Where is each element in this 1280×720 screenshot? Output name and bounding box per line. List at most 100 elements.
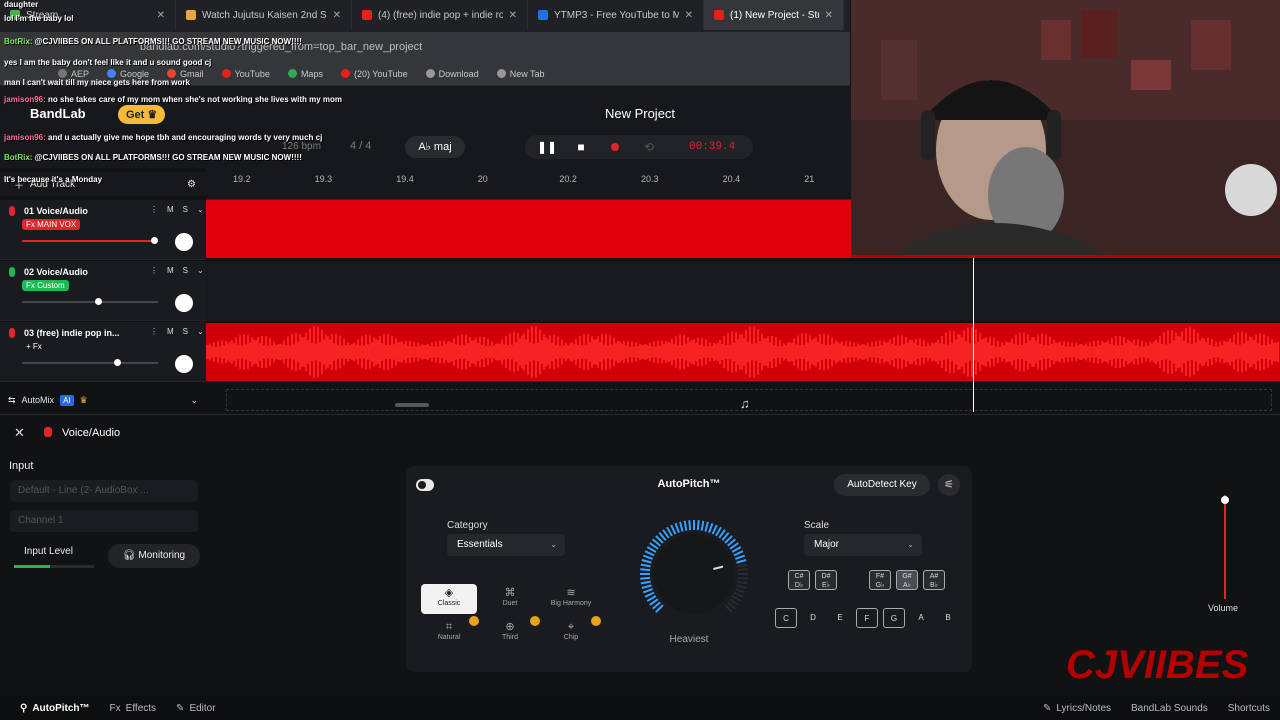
knob-tick — [731, 595, 742, 602]
bpm-display[interactable]: 126 bpm — [282, 141, 321, 152]
bookmark-icon — [107, 69, 117, 78]
lyrics-notes-button[interactable]: ✎ Lyrics/Notes — [1033, 703, 1121, 714]
input-device-select[interactable]: Default - Line (2- AudioBox ... — [10, 480, 198, 502]
fader-handle[interactable] — [151, 237, 159, 244]
scale-note-c[interactable]: C — [775, 608, 797, 628]
track-name[interactable]: 02 Voice/Audio — [24, 267, 88, 277]
scale-note-b[interactable]: B — [937, 608, 959, 628]
scale-note-d[interactable]: D — [802, 608, 824, 628]
chevron-down-icon[interactable]: ⌄ — [190, 395, 198, 406]
fader-handle[interactable] — [94, 298, 102, 305]
scale-note-a[interactable]: A — [910, 608, 932, 628]
bookmark-item[interactable]: Gmail — [167, 69, 204, 79]
track-volume-fader[interactable] — [22, 237, 159, 244]
channel-select[interactable]: Channel 1 — [10, 510, 198, 532]
mute-solo-buttons[interactable]: ⋮MS⌄ — [150, 327, 213, 336]
bandlab-logo[interactable]: BandLab — [30, 106, 86, 121]
close-icon[interactable]: ✕ — [333, 10, 341, 21]
close-icon[interactable]: ✕ — [825, 10, 833, 21]
automix-icon: ⇆ — [8, 394, 16, 405]
track-volume-fader[interactable] — [22, 359, 158, 366]
bandlab-sounds-button[interactable]: BandLab Sounds — [1121, 703, 1218, 714]
automix-toggle[interactable]: ⇆ AutoMix AI ♛ ⌄ — [0, 388, 206, 412]
track-volume-fader[interactable] — [22, 298, 158, 305]
preset-classic[interactable]: ◈ Classic — [421, 584, 477, 614]
autodetect-key-button[interactable]: AutoDetect Key — [834, 474, 930, 496]
scale-note-e[interactable]: E — [829, 608, 851, 628]
tab-editor[interactable]: ✎ Editor — [166, 703, 226, 714]
track-header[interactable]: 02 Voice/Audio ⋮MS⌄ Fx Custom — [0, 261, 206, 321]
scale-note-f-sharp[interactable]: F# G♭ — [869, 570, 891, 590]
bookmark-icon — [167, 69, 177, 78]
time-signature[interactable]: 4 / 4 — [350, 140, 371, 152]
category-dropdown[interactable]: Essentials ⌄ — [447, 534, 565, 556]
close-icon[interactable]: ✕ — [157, 10, 165, 21]
track-header[interactable]: 03 (free) indie pop in... ⋮MS⌄ + Fx — [0, 322, 206, 382]
volume-slider[interactable] — [1224, 495, 1226, 599]
pan-knob[interactable] — [175, 294, 193, 312]
mute-solo-buttons[interactable]: ⋮MS⌄ — [150, 266, 213, 275]
track-fx-badge[interactable]: Fx Custom — [22, 280, 69, 291]
sliders-icon[interactable]: ⚟ — [938, 474, 960, 496]
close-icon[interactable]: ✕ — [509, 10, 517, 21]
chat-text: yes I am the baby don't feel like it and… — [4, 58, 212, 67]
track-name[interactable]: 03 (free) indie pop in... — [24, 328, 120, 338]
bookmark-item[interactable]: AEP — [58, 69, 89, 79]
scale-note-g-sharp[interactable]: G# A♭ — [896, 570, 918, 590]
scale-note-a-sharp[interactable]: A# B♭ — [923, 570, 945, 590]
scale-note-f[interactable]: F — [856, 608, 878, 628]
bookmark-item[interactable]: New Tab — [496, 68, 545, 79]
browser-tab[interactable]: Watch Jujutsu Kaisen 2nd Seas ✕ — [176, 0, 352, 30]
pan-knob[interactable] — [175, 355, 193, 373]
bookmark-item[interactable]: Google — [107, 69, 149, 79]
settings-sliders-icon[interactable]: ⚙ — [187, 179, 196, 190]
scale-note-c-sharp[interactable]: C# D♭ — [788, 570, 810, 590]
bookmark-item[interactable]: Download — [425, 69, 479, 79]
track-fx-badge[interactable]: Fx MAIN VOX — [22, 219, 81, 230]
browser-tab[interactable]: (1) New Project - Studio ✕ — [704, 0, 844, 30]
close-icon[interactable]: ✕ — [685, 10, 693, 21]
project-title[interactable]: New Project — [560, 106, 720, 121]
close-icon[interactable]: ✕ — [14, 425, 25, 441]
browser-tab[interactable]: (4) (free) indie pop + indie rock ✕ — [352, 0, 528, 30]
tab-autopitch[interactable]: ⚲ AutoPitch™ — [0, 703, 100, 714]
track-name[interactable]: 01 Voice/Audio — [24, 206, 88, 216]
bookmark-item[interactable]: (20) YouTube — [340, 69, 408, 79]
bookmark-label: New Tab — [509, 68, 545, 79]
scale-dropdown[interactable]: Major ⌄ — [804, 534, 922, 556]
knob-tick — [737, 568, 748, 572]
fader-handle[interactable] — [114, 359, 122, 366]
key-selector[interactable]: A♭ maj — [405, 136, 465, 158]
preset-duet[interactable]: ⌘ Duet — [482, 584, 538, 614]
preset-big-harmony[interactable]: ≋ Big Harmony — [543, 584, 599, 614]
fx-icon: Fx — [109, 702, 121, 714]
volume-handle[interactable] — [1221, 496, 1229, 505]
mute-solo-buttons[interactable]: ⋮MS⌄ — [150, 205, 213, 214]
browser-tab[interactable]: YTMP3 - Free YouTube to MP3 ✕ — [528, 0, 704, 30]
volume-label: Volume — [1208, 603, 1239, 613]
scale-note-g[interactable]: G — [883, 608, 905, 628]
knob-tick — [644, 591, 655, 598]
track-3-waveform[interactable] — [206, 323, 1280, 381]
scale-note-d-sharp[interactable]: D# E♭ — [815, 570, 837, 590]
track-fx-badge[interactable]: + Fx — [22, 341, 46, 352]
knob-body[interactable] — [654, 534, 734, 614]
pan-knob[interactable] — [175, 233, 193, 251]
horizontal-scrollbar[interactable] — [395, 403, 429, 407]
tab-effects[interactable]: Fx Effects — [100, 703, 167, 714]
knob-tick — [640, 563, 651, 568]
autopitch-amount-knob[interactable] — [630, 518, 758, 633]
shortcuts-button[interactable]: Shortcuts — [1218, 703, 1280, 714]
bookmark-item[interactable]: Maps — [287, 69, 323, 79]
get-membership-button[interactable]: Get ♛ — [118, 105, 166, 124]
track-header[interactable]: 01 Voice/Audio ⋮MS⌄ Fx MAIN VOX — [0, 200, 206, 260]
record-button[interactable] — [605, 137, 625, 157]
stop-button[interactable]: ■ — [571, 137, 591, 157]
pause-button[interactable]: ❚❚ — [537, 137, 557, 157]
bookmark-item[interactable]: YouTube — [221, 69, 270, 79]
add-music-icon[interactable]: ♫ — [740, 396, 750, 411]
loop-button[interactable]: ⟲ — [639, 137, 659, 157]
track-2-lane[interactable] — [206, 261, 1280, 321]
chat-username: jamison96: — [4, 95, 49, 104]
monitoring-button[interactable]: 🎧︎ Monitoring — [108, 544, 200, 568]
